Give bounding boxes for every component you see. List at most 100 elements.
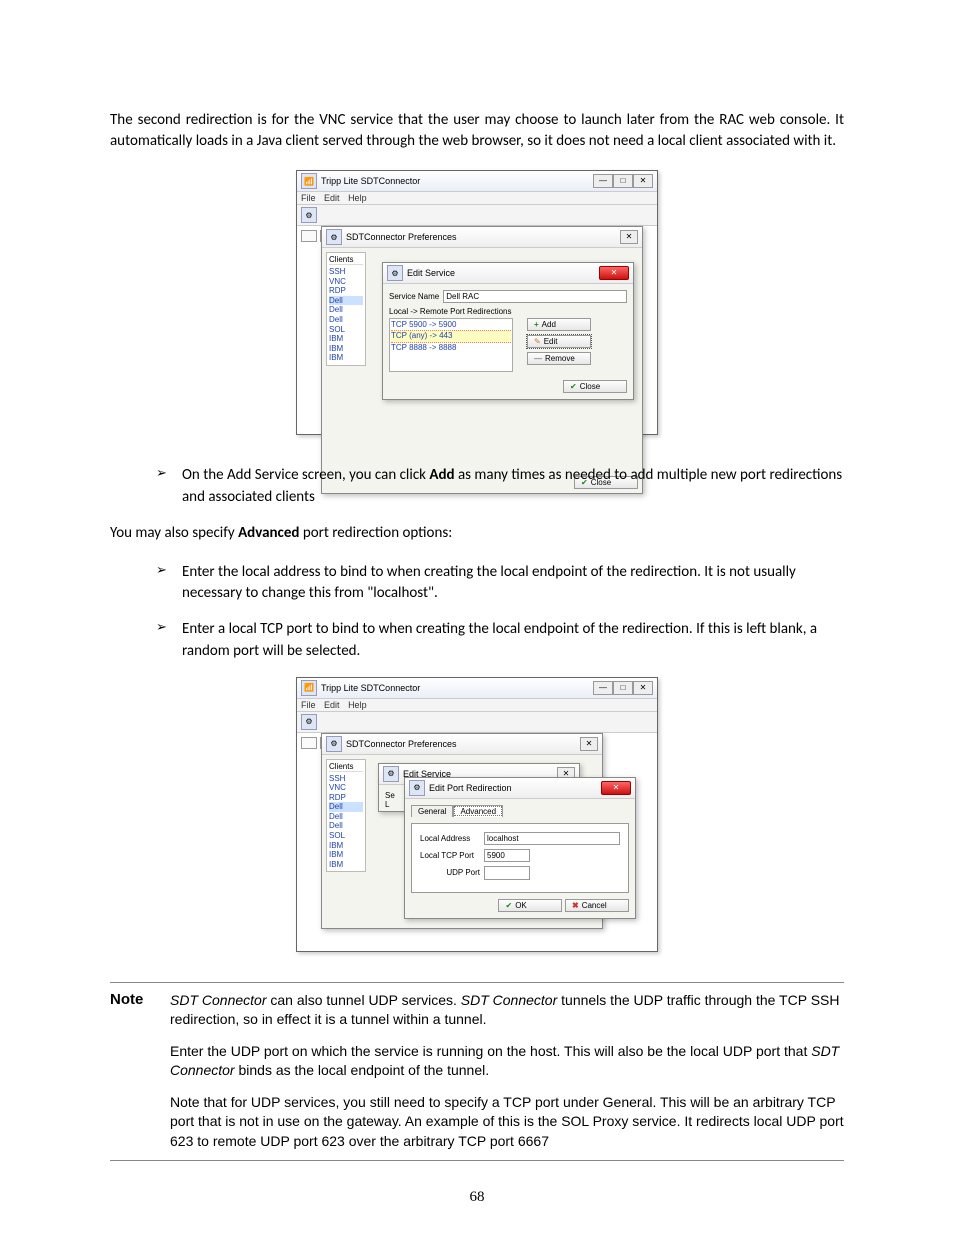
list-item[interactable]: IBM	[329, 841, 363, 851]
list-item[interactable]: RDP	[329, 286, 363, 296]
list-item[interactable]: SOL	[329, 325, 363, 335]
menubar[interactable]: File Edit Help	[297, 699, 657, 712]
redir-item[interactable]: TCP 8888 -> 8888	[391, 343, 511, 353]
menu-file[interactable]: File	[301, 193, 316, 203]
prefs-icon: ⚙	[326, 736, 342, 752]
dialog-icon: ⚙	[387, 265, 403, 281]
udp-port-label: UDP Port	[420, 868, 480, 877]
tab-advanced[interactable]: Advanced	[453, 805, 503, 817]
redirections-label: Local -> Remote Port Redirections	[389, 307, 627, 316]
close-button[interactable]: ✕	[633, 681, 653, 695]
ok-button[interactable]: ✔OK	[498, 899, 562, 912]
page-number: 68	[110, 1189, 844, 1206]
menu-file[interactable]: File	[301, 700, 316, 710]
cancel-button[interactable]: ✖Cancel	[565, 899, 629, 912]
close-button[interactable]: ✕	[633, 174, 653, 188]
list-item[interactable]: IBM	[329, 860, 363, 870]
bullet-local-tcp-port: Enter a local TCP port to bind to when c…	[166, 619, 844, 663]
toolbar-icon[interactable]: ⚙	[301, 714, 317, 730]
menubar[interactable]: File Edit Help	[297, 192, 657, 205]
toolbar-icon[interactable]: ⚙	[301, 207, 317, 223]
list-item[interactable]: IBM	[329, 353, 363, 363]
list-item-selected[interactable]: Dell	[329, 296, 363, 306]
plus-icon: +	[534, 320, 539, 329]
app-title: Tripp Lite SDTConnector	[321, 176, 420, 186]
local-tcp-port-input[interactable]: 5900	[484, 849, 530, 862]
edit-service-dialog: ⚙ Edit Service ✕ Service Name Dell RAC	[382, 262, 634, 400]
services-list[interactable]: Clients SSH VNC RDP Dell Dell Dell SOL I…	[326, 252, 366, 366]
x-icon: ✖	[572, 901, 579, 910]
bullet-local-address: Enter the local address to bind to when …	[166, 562, 844, 606]
minus-icon: —	[534, 354, 542, 363]
list-item[interactable]: SSH	[329, 267, 363, 277]
screenshot-edit-service: 📶 Tripp Lite SDTConnector — □ ✕ File Edi…	[296, 170, 658, 435]
remove-button[interactable]: —Remove	[527, 352, 591, 365]
add-button[interactable]: +Add	[527, 318, 591, 331]
edit-port-redirection-title: Edit Port Redirection	[429, 783, 512, 793]
redirections-list[interactable]: TCP 5900 -> 5900 TCP (any) -> 443 TCP 88…	[389, 318, 513, 372]
maximize-button[interactable]: □	[613, 174, 633, 188]
tree-expand-icon[interactable]	[301, 737, 317, 749]
redir-item-selected[interactable]: TCP (any) -> 443	[391, 330, 511, 342]
service-name-label: Service Name	[389, 292, 439, 301]
prefs-close-button[interactable]: ✕	[580, 737, 598, 751]
check-icon: ✔	[570, 382, 577, 391]
list-item[interactable]: SOL	[329, 831, 363, 841]
list-item-selected[interactable]: Dell	[329, 802, 363, 812]
clients-header: Clients	[329, 255, 363, 265]
screenshot-edit-port-redirection: 📶 Tripp Lite SDTConnector — □ ✕ File Edi…	[296, 677, 658, 952]
list-item[interactable]: Dell	[329, 812, 363, 822]
list-item[interactable]: Dell	[329, 821, 363, 831]
redir-item[interactable]: TCP 5900 -> 5900	[391, 320, 511, 330]
preferences-dialog: ⚙ SDTConnector Preferences ✕ Clients SSH…	[321, 226, 643, 494]
tree-expand-icon[interactable]	[301, 230, 317, 242]
list-item[interactable]: SSH	[329, 774, 363, 784]
maximize-button[interactable]: □	[613, 681, 633, 695]
minimize-button[interactable]: —	[593, 681, 613, 695]
menu-help[interactable]: Help	[348, 700, 367, 710]
menu-edit[interactable]: Edit	[324, 193, 340, 203]
list-item[interactable]: IBM	[329, 850, 363, 860]
dialog-icon: ⚙	[383, 766, 399, 782]
list-item[interactable]: Dell	[329, 305, 363, 315]
advanced-intro: You may also specify Advanced port redir…	[110, 523, 844, 544]
menu-help[interactable]: Help	[348, 193, 367, 203]
list-item[interactable]: Dell	[329, 315, 363, 325]
clients-header: Clients	[329, 762, 363, 772]
note-paragraph: Enter the UDP port on which the service …	[170, 1042, 844, 1081]
prefs-icon: ⚙	[326, 229, 342, 245]
dialog-close-button[interactable]: ✕	[599, 266, 629, 280]
list-item[interactable]: IBM	[329, 334, 363, 344]
local-address-label: Local Address	[420, 834, 480, 843]
list-item[interactable]: IBM	[329, 344, 363, 354]
app-icon: 📶	[301, 680, 317, 696]
prefs-title-text: SDTConnector Preferences	[346, 739, 457, 749]
dialog-close-button[interactable]: ✕	[601, 781, 631, 795]
minimize-button[interactable]: —	[593, 174, 613, 188]
note-block: Note SDT Connector can also tunnel UDP s…	[110, 982, 844, 1161]
list-item[interactable]: VNC	[329, 783, 363, 793]
service-name-input[interactable]: Dell RAC	[443, 290, 627, 303]
udp-port-input[interactable]	[484, 866, 530, 880]
app-icon: 📶	[301, 173, 317, 189]
main-window-titlebar: 📶 Tripp Lite SDTConnector — □ ✕	[297, 171, 657, 192]
app-title: Tripp Lite SDTConnector	[321, 683, 420, 693]
pencil-icon: ✎	[534, 337, 541, 346]
edit-service-title: Edit Service	[407, 268, 455, 278]
local-address-input[interactable]: localhost	[484, 832, 620, 845]
toolbar: ⚙	[297, 205, 657, 226]
edit-button[interactable]: ✎Edit	[527, 335, 591, 348]
list-item[interactable]: VNC	[329, 277, 363, 287]
menu-edit[interactable]: Edit	[324, 700, 340, 710]
list-item[interactable]: RDP	[329, 793, 363, 803]
prefs-close-button[interactable]: ✕	[620, 230, 638, 244]
services-list[interactable]: Clients SSH VNC RDP Dell Dell Dell SOL I…	[326, 759, 366, 873]
note-paragraph: SDT Connector can also tunnel UDP servic…	[170, 991, 844, 1030]
main-window-titlebar: 📶 Tripp Lite SDTConnector — □ ✕	[297, 678, 657, 699]
close-button[interactable]: ✔Close	[563, 380, 627, 393]
tab-general[interactable]: General	[411, 805, 453, 817]
note-label: Note	[110, 991, 154, 1152]
note-paragraph: Note that for UDP services, you still ne…	[170, 1093, 844, 1152]
toolbar: ⚙	[297, 712, 657, 733]
dialog-icon: ⚙	[409, 780, 425, 796]
